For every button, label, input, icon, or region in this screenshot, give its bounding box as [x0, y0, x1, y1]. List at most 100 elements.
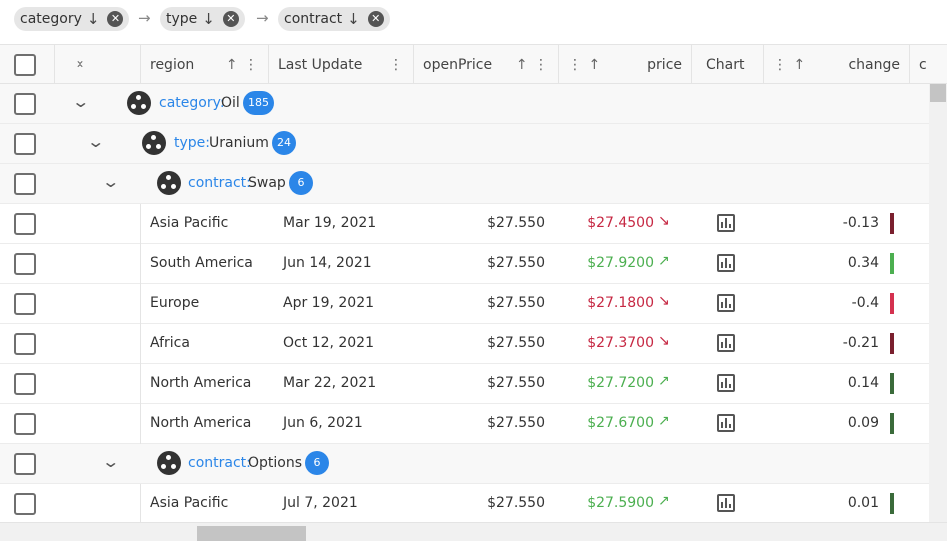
vertical-scroll-thumb[interactable] — [930, 84, 946, 102]
cell-change: -0.13 — [842, 215, 879, 231]
group-field-label: type: — [174, 135, 210, 151]
cell-region: Europe — [150, 295, 200, 311]
row-checkbox[interactable] — [14, 413, 36, 435]
group-icon — [157, 451, 181, 475]
group-row-contract-options[interactable]: ⌄ contract: Options 6 — [0, 444, 929, 484]
change-bar — [890, 293, 894, 314]
row-checkbox[interactable] — [14, 293, 36, 315]
row-checkbox[interactable] — [14, 173, 36, 195]
trending-up-icon: ↗ — [658, 493, 670, 509]
arrow-down-icon[interactable]: ↓ — [87, 10, 100, 28]
table-row[interactable]: North America Jun 6, 2021 $27.550 $27.67… — [0, 404, 929, 444]
row-checkbox[interactable] — [14, 253, 36, 275]
chevron-down-icon[interactable]: ⌄ — [71, 92, 90, 111]
row-checkbox[interactable] — [14, 333, 36, 355]
arrow-down-icon[interactable]: ↓ — [202, 10, 215, 28]
expand-collapse-icon[interactable]: ⌄ ⌃ — [75, 54, 86, 75]
cell-region: Africa — [150, 335, 190, 351]
group-count-badge: 185 — [243, 91, 274, 115]
column-divider — [140, 364, 141, 404]
cell-open-price: $27.550 — [487, 215, 545, 231]
table-row[interactable]: Africa Oct 12, 2021 $27.550 $27.3700 ↘ -… — [0, 324, 929, 364]
table-row[interactable]: South America Jun 14, 2021 $27.550 $27.9… — [0, 244, 929, 284]
select-all-checkbox[interactable] — [14, 53, 36, 76]
row-checkbox[interactable] — [14, 453, 36, 475]
chevron-down-icon[interactable]: ⌄ — [86, 132, 105, 151]
change-bar — [890, 333, 894, 354]
arrow-right-icon: → — [138, 9, 151, 27]
row-checkbox-cell — [14, 293, 36, 315]
chart-icon[interactable] — [717, 254, 735, 272]
row-checkbox-cell — [14, 413, 36, 435]
group-count-badge: 6 — [289, 171, 313, 195]
group-row-type[interactable]: ⌄ type: Uranium 24 — [0, 124, 929, 164]
cell-open-price: $27.550 — [487, 375, 545, 391]
row-checkbox[interactable] — [14, 213, 36, 235]
group-chip-category[interactable]: category ↓ ✕ — [14, 7, 130, 31]
table-row[interactable]: North America Mar 22, 2021 $27.550 $27.7… — [0, 364, 929, 404]
vertical-scrollbar[interactable] — [929, 84, 947, 522]
sort-up-icon[interactable]: ⋮ ↑ — [773, 57, 806, 73]
cell-region: North America — [150, 415, 252, 431]
close-icon[interactable]: ✕ — [222, 11, 239, 27]
close-icon[interactable]: ✕ — [367, 11, 384, 27]
group-count-badge: 6 — [305, 451, 329, 475]
group-value: Options — [248, 455, 303, 471]
chart-icon[interactable] — [717, 374, 735, 392]
cell-price: $27.6700 — [587, 415, 654, 431]
header-change[interactable]: ⋮ ↑ change — [764, 45, 910, 84]
cell-region: Asia Pacific — [150, 495, 229, 511]
header-open-price[interactable]: openPrice ↑ ⋮ — [414, 45, 559, 84]
header-region[interactable]: region ↑ ⋮ — [141, 45, 269, 84]
column-menu-icon[interactable]: ⋮ — [389, 57, 404, 73]
horizontal-scroll-thumb[interactable] — [197, 526, 306, 541]
arrow-down-icon[interactable]: ↓ — [347, 10, 360, 28]
group-icon — [157, 171, 181, 195]
cell-last-update: Jun 14, 2021 — [283, 255, 372, 271]
row-checkbox-cell — [14, 253, 36, 275]
cell-region: North America — [150, 375, 252, 391]
header-chart[interactable]: Chart — [692, 45, 764, 84]
table-row[interactable]: Asia Pacific Mar 19, 2021 $27.550 $27.45… — [0, 204, 929, 244]
horizontal-scrollbar[interactable] — [0, 522, 947, 541]
column-divider — [140, 244, 141, 284]
group-row-contract-swap[interactable]: ⌄ contract: Swap 6 — [0, 164, 929, 204]
cell-last-update: Mar 19, 2021 — [283, 215, 377, 231]
close-icon[interactable]: ✕ — [107, 11, 124, 27]
row-checkbox[interactable] — [14, 493, 36, 515]
chart-icon[interactable] — [717, 334, 735, 352]
sort-up-icon[interactable]: ⋮ ↑ — [568, 57, 601, 73]
chevron-down-icon[interactable]: ⌄ — [101, 172, 120, 191]
row-checkbox-cell — [14, 373, 36, 395]
chart-icon[interactable] — [717, 414, 735, 432]
chevron-down-icon[interactable]: ⌄ — [101, 452, 120, 471]
row-checkbox[interactable] — [14, 93, 36, 115]
row-checkbox[interactable] — [14, 373, 36, 395]
row-checkbox[interactable] — [14, 133, 36, 155]
chart-icon[interactable] — [717, 494, 735, 512]
change-bar — [890, 253, 894, 274]
trending-down-icon: ↘ — [658, 213, 670, 229]
column-divider — [140, 404, 141, 444]
header-next-column[interactable]: c — [910, 45, 947, 84]
row-checkbox-cell — [14, 173, 36, 195]
cell-last-update: Apr 19, 2021 — [283, 295, 375, 311]
header-price[interactable]: ⋮ ↑ price — [559, 45, 692, 84]
chart-icon[interactable] — [717, 214, 735, 232]
cell-open-price: $27.550 — [487, 255, 545, 271]
sort-up-icon[interactable]: ↑ ⋮ — [226, 57, 259, 73]
cell-price: $27.9200 — [587, 255, 654, 271]
group-chip-type[interactable]: type ↓ ✕ — [160, 7, 245, 31]
trending-up-icon: ↗ — [658, 413, 670, 429]
chart-icon[interactable] — [717, 294, 735, 312]
trending-up-icon: ↗ — [658, 253, 670, 269]
header-label-next: c — [919, 56, 927, 73]
table-row[interactable]: Asia Pacific Jul 7, 2021 $27.550 $27.590… — [0, 484, 929, 522]
table-row[interactable]: Europe Apr 19, 2021 $27.550 $27.1800 ↘ -… — [0, 284, 929, 324]
header-label-open-price: openPrice — [423, 56, 493, 73]
group-row-category[interactable]: ⌄ category: Oil 185 — [0, 84, 929, 124]
header-last-update[interactable]: Last Update ⋮ — [269, 45, 414, 84]
sort-up-icon[interactable]: ↑ ⋮ — [516, 57, 549, 73]
cell-price: $27.5900 — [587, 495, 654, 511]
group-chip-contract[interactable]: contract ↓ ✕ — [278, 7, 390, 31]
